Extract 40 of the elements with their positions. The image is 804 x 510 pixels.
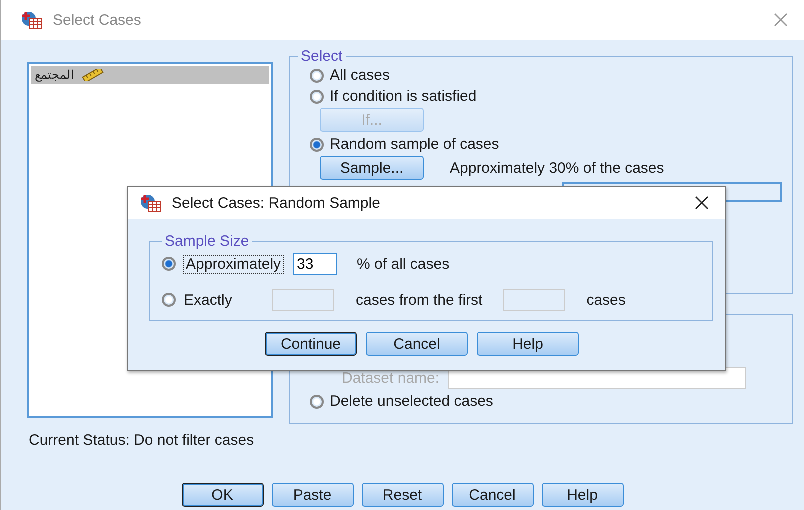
cases-label: cases	[586, 292, 626, 308]
dialog-button[interactable]: Sample...	[320, 156, 424, 180]
close-button[interactable]	[693, 194, 711, 212]
cases-label: cases from the first	[356, 292, 483, 308]
radio-button[interactable]	[310, 394, 324, 408]
sample-summary: Approximately 30% of the cases	[450, 160, 664, 176]
close-icon	[694, 195, 710, 211]
option-label: Random sample of cases	[330, 136, 500, 153]
dialog-button[interactable]: Paste	[272, 483, 354, 507]
dialog-title: Select Cases: Random Sample	[172, 194, 382, 212]
option-label: If condition is satisfied	[330, 88, 477, 105]
dialog-button[interactable]: Cancel	[366, 332, 468, 356]
variable-item[interactable]: المجتمع	[31, 66, 269, 84]
group-title: Select	[300, 48, 344, 65]
dialog-button[interactable]: Continue	[265, 332, 357, 356]
dialog-button[interactable]: Reset	[362, 483, 444, 507]
percent-field[interactable]: 33	[293, 253, 338, 275]
close-icon	[773, 12, 789, 28]
radio-button[interactable]	[162, 257, 176, 271]
option-label: All cases	[330, 67, 390, 84]
status-text: Current Status: Do not filter cases	[29, 432, 256, 449]
percent-label: % of all cases	[357, 256, 450, 272]
dataset-label: Dataset name:	[342, 370, 440, 386]
window-title: Select Cases	[53, 12, 142, 28]
dialog-button[interactable]: OK	[182, 483, 264, 507]
radio-button[interactable]	[310, 90, 324, 104]
option-label: Approximately	[184, 256, 284, 272]
app-icon	[21, 10, 43, 30]
radio-button[interactable]	[310, 68, 324, 82]
radio-button[interactable]	[310, 138, 324, 152]
dialog-button[interactable]: Cancel	[452, 483, 534, 507]
dialog-button[interactable]: Help	[542, 483, 624, 507]
radio-button[interactable]	[162, 293, 176, 307]
option-label: Exactly	[184, 292, 234, 308]
variable-name: المجتمع	[35, 68, 74, 82]
option-label: Delete unselected cases	[330, 393, 494, 410]
dialog-button[interactable]: Help	[477, 332, 579, 356]
ruler-icon	[82, 69, 104, 81]
group-title: Sample Size	[164, 233, 250, 250]
app-icon	[140, 193, 162, 213]
